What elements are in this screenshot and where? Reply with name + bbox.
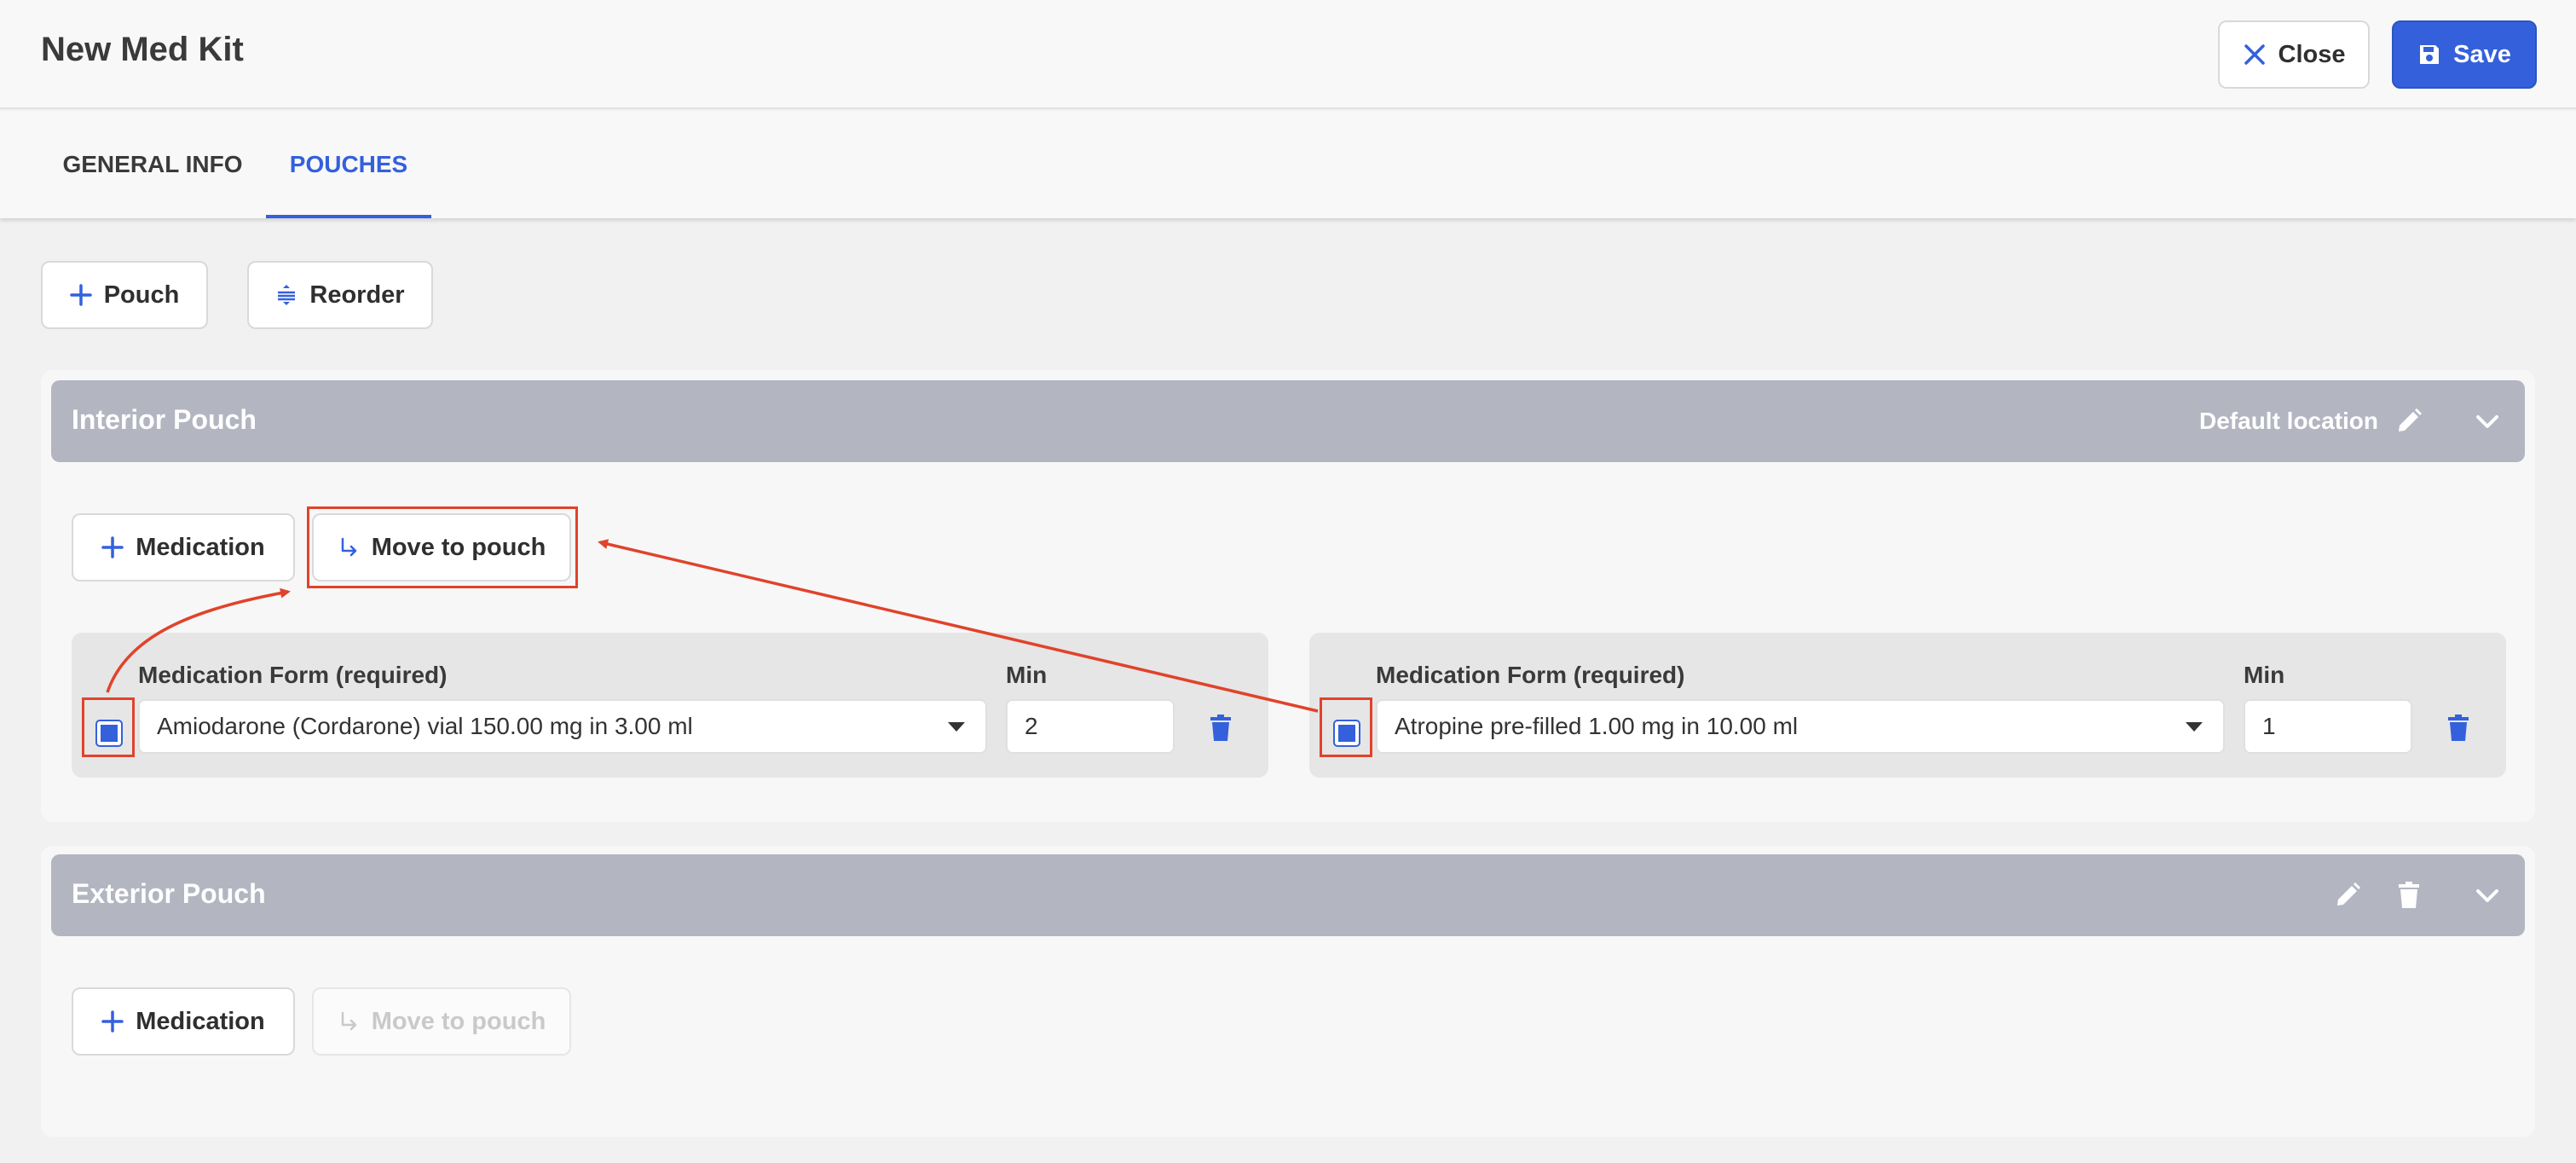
pencil-icon[interactable] <box>2327 875 2368 916</box>
move-to-pouch-button[interactable]: Move to pouch <box>312 987 571 1056</box>
pouch-header[interactable]: Interior Pouch Default location <box>51 380 2525 462</box>
tab-bar: GENERAL INFO POUCHES <box>0 111 2576 218</box>
plus-icon <box>101 536 124 558</box>
tab-pouches[interactable]: POUCHES <box>266 111 431 218</box>
close-button-label: Close <box>2278 40 2346 68</box>
add-pouch-label: Pouch <box>103 281 180 309</box>
medication-select-checkbox[interactable] <box>95 720 123 747</box>
reorder-label: Reorder <box>309 281 405 309</box>
tab-pouches-label: POUCHES <box>289 151 408 177</box>
add-medication-button[interactable]: Medication <box>72 987 295 1056</box>
chevron-down-icon[interactable] <box>2467 875 2508 916</box>
floppy-disk-icon <box>2417 43 2441 67</box>
move-to-pouch-button[interactable]: Move to pouch <box>312 513 571 582</box>
min-label: Min <box>1006 662 1048 688</box>
medication-row: Medication Form (required) Min Amiodaron… <box>72 633 1268 778</box>
plus-icon <box>101 1010 124 1033</box>
trash-icon[interactable] <box>2388 875 2429 916</box>
trash-icon[interactable] <box>1205 711 1236 745</box>
add-pouch-button[interactable]: Pouch <box>41 261 208 329</box>
medication-form-label: Medication Form (required) <box>138 662 448 688</box>
add-medication-label: Medication <box>136 533 265 561</box>
chevron-down-icon[interactable] <box>2467 401 2508 442</box>
save-button-label: Save <box>2453 40 2511 68</box>
close-icon <box>2243 43 2267 67</box>
app-header: New Med Kit Close Save <box>0 0 2576 109</box>
trash-icon[interactable] <box>2443 711 2474 745</box>
pouch-location: Default location <box>2199 408 2379 434</box>
medication-row: Medication Form (required) Min Atropine … <box>1309 633 2506 778</box>
move-to-pouch-label: Move to pouch <box>371 533 546 561</box>
add-medication-label: Medication <box>136 1007 265 1035</box>
arrow-return-right-icon <box>338 536 360 558</box>
dropdown-caret-icon <box>948 722 965 732</box>
min-quantity-input[interactable]: 2 <box>1006 699 1175 754</box>
page-title: New Med Kit <box>41 31 244 68</box>
add-medication-button[interactable]: Medication <box>72 513 295 582</box>
save-button[interactable]: Save <box>2392 20 2537 89</box>
medication-form-label: Medication Form (required) <box>1376 662 1685 688</box>
reorder-button[interactable]: Reorder <box>247 261 433 329</box>
pouch-card-exterior: Exterior Pouch Medication Move to pouch <box>41 846 2535 1137</box>
reorder-icon <box>275 284 297 306</box>
close-button[interactable]: Close <box>2218 20 2370 89</box>
arrow-return-right-icon <box>338 1010 360 1033</box>
pencil-icon[interactable] <box>2388 401 2429 442</box>
min-quantity-input[interactable]: 1 <box>2244 699 2412 754</box>
medication-form-value: Atropine pre-filled 1.00 mg in 10.00 ml <box>1395 713 1799 739</box>
pouch-title: Interior Pouch <box>72 404 257 435</box>
pouch-card-interior: Interior Pouch Default location Medicati… <box>41 370 2535 822</box>
pouch-header[interactable]: Exterior Pouch <box>51 854 2525 936</box>
medication-form-value: Amiodarone (Cordarone) vial 150.00 mg in… <box>157 713 693 739</box>
min-label: Min <box>2244 662 2285 688</box>
dropdown-caret-icon <box>2186 722 2203 732</box>
medication-form-select[interactable]: Atropine pre-filled 1.00 mg in 10.00 ml <box>1376 699 2225 754</box>
move-to-pouch-label: Move to pouch <box>371 1007 546 1035</box>
medication-form-select[interactable]: Amiodarone (Cordarone) vial 150.00 mg in… <box>138 699 987 754</box>
tab-general-info-label: GENERAL INFO <box>62 151 243 177</box>
tab-general-info[interactable]: GENERAL INFO <box>43 111 263 218</box>
plus-icon <box>69 284 92 306</box>
medication-select-checkbox[interactable] <box>1333 720 1360 747</box>
pouch-title: Exterior Pouch <box>72 878 266 909</box>
